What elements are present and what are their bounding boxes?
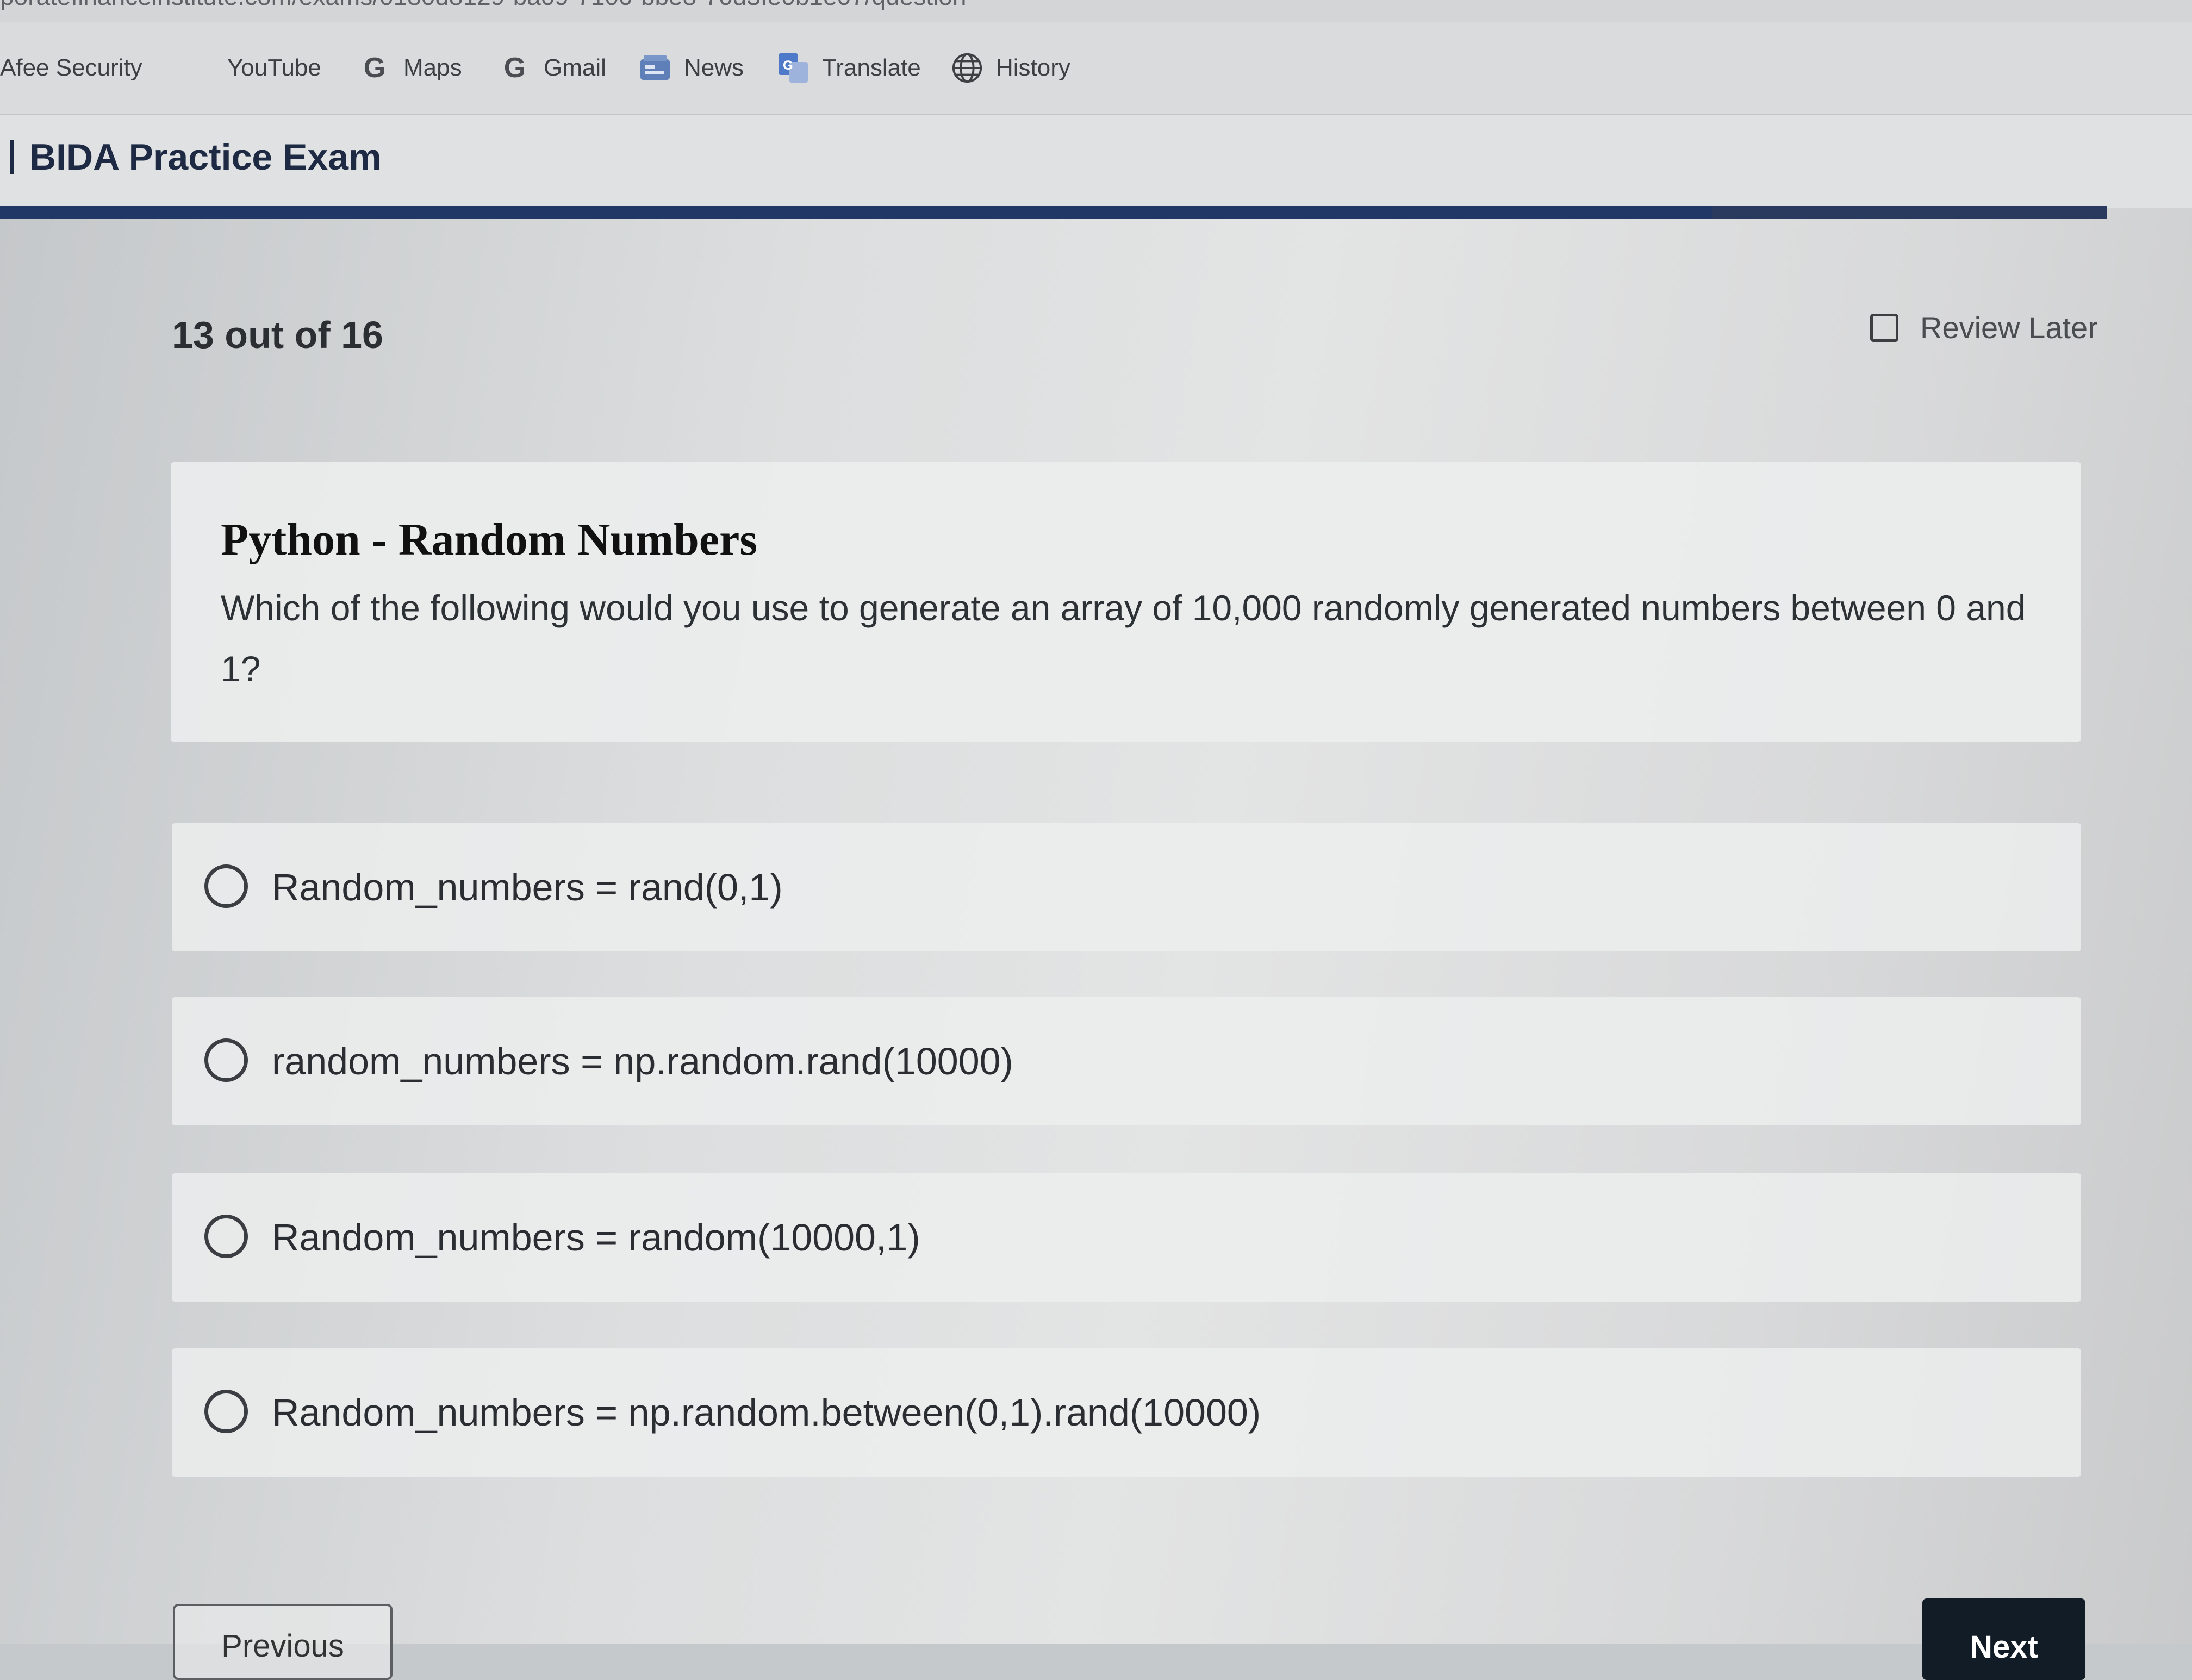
news-icon	[639, 52, 671, 84]
address-bar[interactable]: poratefinanceinstitute.com/exams/0180d81…	[0, 0, 2192, 22]
answer-label: Random_numbers = rand(0,1)	[272, 866, 783, 909]
globe-icon	[951, 52, 983, 84]
review-later-toggle[interactable]: Review Later	[1870, 310, 2098, 345]
question-card: Python - Random Numbers Which of the fol…	[171, 462, 2081, 742]
bookmark-label: News	[684, 54, 744, 81]
answer-option-3[interactable]: Random_numbers = random(10000,1)	[172, 1173, 2081, 1302]
answer-label: Random_numbers = np.random.between(0,1).…	[272, 1391, 1261, 1434]
question-text: Which of the following would you use to …	[221, 588, 2026, 689]
answer-label: Random_numbers = random(10000,1)	[272, 1216, 920, 1259]
bookmark-gmail[interactable]: G Gmail	[499, 22, 606, 114]
bookmark-maps[interactable]: G Maps	[359, 22, 462, 114]
radio-button[interactable]	[204, 1038, 248, 1082]
svg-text:G: G	[783, 58, 793, 73]
bookmark-label: Afee Security	[0, 54, 142, 81]
bookmark-label: Gmail	[544, 54, 606, 81]
page: poratefinanceinstitute.com/exams/0180d81…	[0, 0, 2192, 1680]
page-title: BIDA Practice Exam	[10, 136, 382, 178]
answer-option-2[interactable]: random_numbers = np.random.rand(10000)	[172, 997, 2081, 1125]
answer-option-4[interactable]: Random_numbers = np.random.between(0,1).…	[172, 1348, 2081, 1477]
bookmark-label: YouTube	[227, 54, 321, 81]
radio-button[interactable]	[204, 1390, 248, 1433]
bookmark-label: History	[996, 54, 1070, 81]
question-title: Python - Random Numbers	[221, 514, 758, 565]
bookmark-history[interactable]: History	[951, 22, 1070, 114]
answer-label: random_numbers = np.random.rand(10000)	[272, 1040, 1013, 1082]
google-icon: G	[503, 52, 526, 84]
next-button-label: Next	[1970, 1629, 2038, 1665]
answer-option-1[interactable]: Random_numbers = rand(0,1)	[172, 823, 2081, 951]
app-header: BIDA Practice Exam	[0, 115, 2192, 208]
next-button[interactable]: Next	[1922, 1598, 2085, 1680]
previous-button-label: Previous	[221, 1628, 344, 1664]
bookmark-label: Maps	[403, 54, 462, 81]
bookmarks-bar: Afee Security YouTube G Maps G Gmail New…	[0, 22, 2192, 115]
exam-progress-bar	[0, 206, 2107, 219]
review-later-checkbox[interactable]	[1870, 313, 1898, 342]
google-icon: G	[363, 52, 386, 84]
bookmark-translate[interactable]: G Translate	[777, 22, 921, 114]
radio-button[interactable]	[204, 1215, 248, 1258]
review-later-label: Review Later	[1920, 310, 2098, 345]
translate-icon: G	[777, 52, 809, 84]
bookmark-youtube[interactable]: YouTube	[227, 22, 321, 114]
bookmark-news[interactable]: News	[639, 22, 744, 114]
radio-button[interactable]	[204, 864, 248, 908]
page-title-text: BIDA Practice Exam	[29, 136, 382, 178]
bookmark-label: Translate	[822, 54, 921, 81]
bookmark-mcafee[interactable]: Afee Security	[0, 22, 142, 114]
exam-progress-fill	[0, 206, 1712, 219]
previous-button[interactable]: Previous	[173, 1604, 393, 1680]
question-counter: 13 out of 16	[172, 314, 383, 356]
url-text: poratefinanceinstitute.com/exams/0180d81…	[0, 0, 966, 11]
